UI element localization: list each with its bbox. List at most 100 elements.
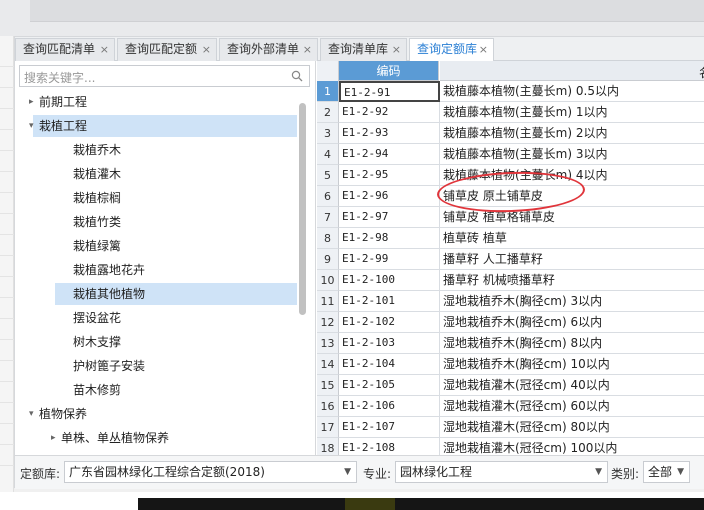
code-cell[interactable]: E1-2-102 xyxy=(339,312,440,333)
table-row[interactable]: 18 E1-2-108 湿地栽植灌木(冠径cm) 100以内 xyxy=(317,438,704,455)
table-row[interactable]: 4 E1-2-94 栽植藤本植物(主蔓长m) 3以内 xyxy=(317,144,704,165)
code-cell[interactable]: E1-2-108 xyxy=(339,438,440,455)
tab-4[interactable]: 查询清单库 × xyxy=(320,38,407,61)
tab-1[interactable]: 查询匹配清单 × xyxy=(15,38,115,61)
row-number: 15 xyxy=(317,375,339,396)
table-row[interactable]: 10 E1-2-100 播草籽 机械喷播草籽 xyxy=(317,270,704,291)
taskbar-dark xyxy=(138,498,704,510)
strip-line xyxy=(0,381,14,382)
name-cell[interactable]: 栽植藤本植物(主蔓长m) 2以内 xyxy=(440,123,704,144)
table-row[interactable]: 14 E1-2-104 湿地栽植乔木(胸径cm) 10以内 xyxy=(317,354,704,375)
row-number: 4 xyxy=(317,144,339,165)
name-cell[interactable]: 播草籽 人工播草籽 xyxy=(440,249,704,270)
name-cell[interactable]: 湿地栽植乔木(胸径cm) 8以内 xyxy=(440,333,704,354)
expanded-arrow-icon[interactable]: ▾ xyxy=(29,115,39,137)
table-row[interactable]: 1 E1-2-91 栽植藤本植物(主蔓长m) 0.5以内 xyxy=(317,81,704,102)
code-cell[interactable]: E1-2-107 xyxy=(339,417,440,438)
close-icon[interactable]: × xyxy=(100,39,109,60)
tree-node[interactable]: 摆设盆花 xyxy=(19,307,299,329)
tree-node[interactable]: ▸ 前期工程 xyxy=(19,91,299,113)
code-cell[interactable]: E1-2-97 xyxy=(339,207,440,228)
close-icon[interactable]: × xyxy=(479,39,488,60)
name-cell[interactable]: 湿地栽植灌木(冠径cm) 100以内 xyxy=(440,438,704,455)
name-cell[interactable]: 栽植藤本植物(主蔓长m) 1以内 xyxy=(440,102,704,123)
table-row[interactable]: 9 E1-2-99 播草籽 人工播草籽 xyxy=(317,249,704,270)
column-header-name[interactable]: 名 xyxy=(440,61,704,81)
name-cell[interactable]: 湿地栽植乔木(胸径cm) 6以内 xyxy=(440,312,704,333)
table-row[interactable]: 16 E1-2-106 湿地栽植灌木(冠径cm) 60以内 xyxy=(317,396,704,417)
search-input[interactable]: 搜索关键字... xyxy=(19,65,310,87)
tree-node[interactable]: 栽植竹类 xyxy=(19,211,299,233)
close-icon[interactable]: × xyxy=(202,39,211,60)
code-cell[interactable]: E1-2-91 xyxy=(339,81,440,102)
tab-2[interactable]: 查询匹配定额 × xyxy=(117,38,217,61)
name-cell[interactable]: 湿地栽植灌木(冠径cm) 60以内 xyxy=(440,396,704,417)
name-cell[interactable]: 湿地栽植灌木(冠径cm) 40以内 xyxy=(440,375,704,396)
tree-node[interactable]: 栽植绿篱 xyxy=(19,235,299,257)
table-row[interactable]: 12 E1-2-102 湿地栽植乔木(胸径cm) 6以内 xyxy=(317,312,704,333)
quota-library-select[interactable]: 广东省园林绿化工程综合定额(2018) ▼ xyxy=(64,461,357,483)
table-row[interactable]: 13 E1-2-103 湿地栽植乔木(胸径cm) 8以内 xyxy=(317,333,704,354)
search-icon[interactable] xyxy=(291,70,303,82)
tree-node[interactable]: 栽植乔木 xyxy=(19,139,299,161)
pane-divider[interactable] xyxy=(315,61,316,455)
code-cell[interactable]: E1-2-100 xyxy=(339,270,440,291)
name-cell[interactable]: 播草籽 机械喷播草籽 xyxy=(440,270,704,291)
column-header-name-label: 名 xyxy=(699,64,704,81)
tree-node[interactable]: ▾ 栽植工程 xyxy=(29,115,297,137)
code-cell[interactable]: E1-2-101 xyxy=(339,291,440,312)
tree-node-label: 栽植绿篱 xyxy=(73,239,122,253)
table-row[interactable]: 8 E1-2-98 植草砖 植草 xyxy=(317,228,704,249)
tree-node[interactable]: 栽植灌木 xyxy=(19,163,299,185)
tree-node[interactable]: 树木支撑 xyxy=(19,331,299,353)
name-cell[interactable]: 植草砖 植草 xyxy=(440,228,704,249)
close-icon[interactable]: × xyxy=(392,39,401,60)
collapsed-arrow-icon[interactable]: ▸ xyxy=(29,91,39,113)
tree-node-label: 栽植其他植物 xyxy=(73,287,146,301)
expanded-arrow-icon[interactable]: ▾ xyxy=(29,403,39,425)
code-cell[interactable]: E1-2-104 xyxy=(339,354,440,375)
tree-scrollbar[interactable] xyxy=(299,103,306,315)
strip-line xyxy=(0,150,14,151)
code-cell[interactable]: E1-2-98 xyxy=(339,228,440,249)
code-cell[interactable]: E1-2-95 xyxy=(339,165,440,186)
tree-node[interactable]: ▸ 单株、单丛植物保养 xyxy=(19,427,299,449)
strip-line xyxy=(0,465,14,466)
name-cell[interactable]: 湿地栽植灌木(冠径cm) 80以内 xyxy=(440,417,704,438)
table-row[interactable]: 3 E1-2-93 栽植藤本植物(主蔓长m) 2以内 xyxy=(317,123,704,144)
tree-node-label: 摆设盆花 xyxy=(73,311,122,325)
strip-line xyxy=(0,108,14,109)
toolbar-strip xyxy=(30,0,704,22)
code-cell[interactable]: E1-2-94 xyxy=(339,144,440,165)
column-header-code[interactable]: 编码 xyxy=(339,61,439,81)
code-cell[interactable]: E1-2-103 xyxy=(339,333,440,354)
tree-node[interactable]: 栽植露地花卉 xyxy=(19,259,299,281)
collapsed-arrow-icon[interactable]: ▸ xyxy=(51,427,61,449)
code-cell[interactable]: E1-2-93 xyxy=(339,123,440,144)
table-row[interactable]: 15 E1-2-105 湿地栽植灌木(冠径cm) 40以内 xyxy=(317,375,704,396)
code-cell[interactable]: E1-2-96 xyxy=(339,186,440,207)
name-cell[interactable]: 栽植藤本植物(主蔓长m) 0.5以内 xyxy=(440,81,704,102)
tree-node[interactable]: 护树篦子安装 xyxy=(19,355,299,377)
tree-node[interactable]: 栽植棕榈 xyxy=(19,187,299,209)
table-row[interactable]: 11 E1-2-101 湿地栽植乔木(胸径cm) 3以内 xyxy=(317,291,704,312)
code-cell[interactable]: E1-2-92 xyxy=(339,102,440,123)
tree-node[interactable]: ▾ 植物保养 xyxy=(19,403,299,425)
major-select[interactable]: 园林绿化工程 ▼ xyxy=(395,461,608,483)
table-row[interactable]: 2 E1-2-92 栽植藤本植物(主蔓长m) 1以内 xyxy=(317,102,704,123)
strip-line xyxy=(0,66,14,67)
code-cell[interactable]: E1-2-105 xyxy=(339,375,440,396)
code-cell[interactable]: E1-2-99 xyxy=(339,249,440,270)
tab-5[interactable]: 查询定额库 × xyxy=(409,38,494,62)
close-icon[interactable]: × xyxy=(303,39,312,60)
strip-line xyxy=(0,276,14,277)
name-cell[interactable]: 湿地栽植乔木(胸径cm) 10以内 xyxy=(440,354,704,375)
tree-node[interactable]: 栽植其他植物 xyxy=(55,283,297,305)
tab-3[interactable]: 查询外部清单 × xyxy=(219,38,318,61)
tree-node[interactable]: 苗木修剪 xyxy=(19,379,299,401)
name-cell[interactable]: 湿地栽植乔木(胸径cm) 3以内 xyxy=(440,291,704,312)
name-cell[interactable]: 栽植藤本植物(主蔓长m) 3以内 xyxy=(440,144,704,165)
table-row[interactable]: 17 E1-2-107 湿地栽植灌木(冠径cm) 80以内 xyxy=(317,417,704,438)
code-cell[interactable]: E1-2-106 xyxy=(339,396,440,417)
category-select[interactable]: 全部 ▼ xyxy=(643,461,690,483)
